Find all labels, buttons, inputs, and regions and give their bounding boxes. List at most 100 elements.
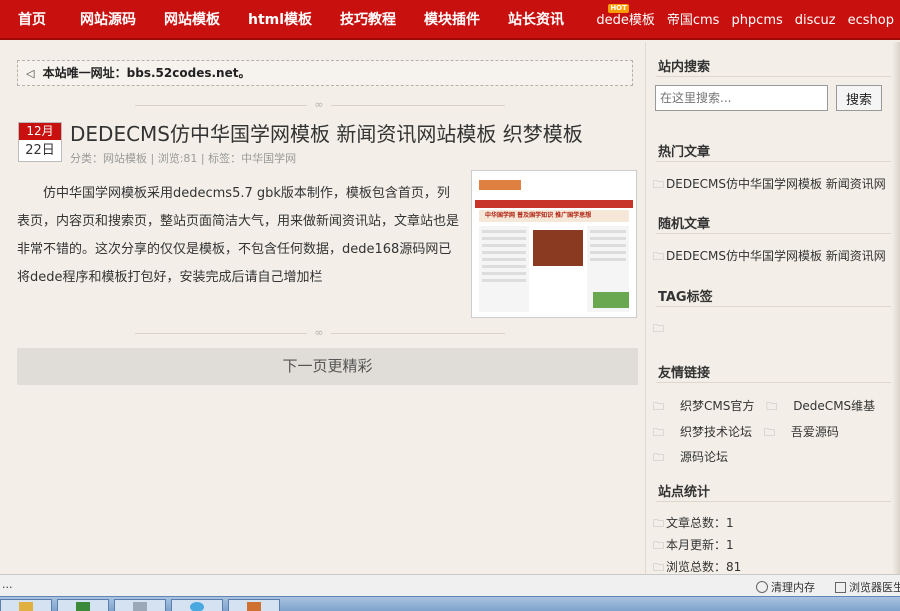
notice-url: bbs.52codes.net。 [126,66,251,80]
post-meta: 分类：网站模板 | 浏览:81 | 标签：中华国学网 [70,152,297,165]
meta-category-link[interactable]: 网站模板 [103,152,147,165]
post-date: 12月 22日 [18,122,62,162]
hot-article-link[interactable]: 🗀 DEDECMS仿中华国学网模板 新闻资讯网 [653,175,886,195]
search-input[interactable] [655,85,828,111]
thumb-left-col [479,226,529,312]
thumb-ad [593,292,629,308]
ornament-icon: ∞ [307,326,331,340]
site-notice: ◁ 本站唯一网址：bbs.52codes.net。 [17,60,633,86]
post-thumbnail[interactable]: 中华国学网 普及国学知识 推广国学思想 [471,170,637,318]
nav-dede-label: dede模板 [596,13,655,28]
random-article-title: DEDECMS仿中华国学网模板 新闻资讯网 [666,249,886,263]
app-icon [76,602,90,611]
speaker-icon: ◁ [26,67,35,80]
thumbnail-image: 中华国学网 普及国学知识 推广国学思想 [475,174,633,314]
nav-site-templates[interactable]: 网站模板 [150,0,234,40]
folder-icon: 🗀 [653,426,664,439]
search-button[interactable]: 搜索 [836,85,882,111]
link-dedecms-official[interactable]: 织梦CMS官方 [680,399,754,413]
taskbar-button-5[interactable] [228,599,280,611]
sidebar: 站内搜索 搜索 热门文章 🗀DEDECMS仿中华国学网模板 新闻资讯网 随机文章… [645,42,900,574]
link-52codes[interactable]: 吾爱源码 [791,425,839,439]
link-dedecms-wiki[interactable]: DedeCMS维基 [793,399,875,413]
page-edge-shadow [892,42,900,574]
taskbar-button-4[interactable] [171,599,223,611]
app-icon [133,602,147,611]
top-nav-bar: 首页 网站源码 网站模板 html模板 技巧教程 模块插件 站长资讯 HOT d… [0,0,900,40]
friend-links-row-1: 🗀 织梦CMS官方 🗀 DedeCMS维基 [653,397,875,417]
tag-heading: TAG标签 [658,290,713,305]
browser-icon [190,602,204,611]
meta-tag-link[interactable]: 中华国学网 [241,152,296,165]
nav-ecshop[interactable]: ecshop [842,0,900,40]
post-excerpt: 仿中华国学网模板采用dedecms5.7 gbk版本制作，模板包含首页，列表页，… [17,186,460,285]
secondary-nav: HOT dede模板 帝国cms phpcms discuz ecshop [590,0,900,40]
post-month: 12月 [19,123,61,140]
thumb-banner-text: 中华国学网 普及国学知识 推广国学思想 [485,212,592,219]
ornament-divider: ∞ [135,98,505,112]
os-taskbar [0,596,900,611]
folder-icon: 🗀 [766,400,778,413]
folder-icon: 🗀 [653,451,664,464]
nav-empire-cms[interactable]: 帝国cms [661,0,726,40]
folder-icon: 🗀 [653,561,664,574]
meta-tag-label: 标签： [208,152,242,165]
status-text: ... [2,578,13,591]
plus-box-icon [835,582,846,593]
folder-icon: 🗀 [653,517,664,530]
nav-html-templates[interactable]: html模板 [234,0,326,40]
nav-phpcms[interactable]: phpcms [725,0,788,40]
tag-list: 🗀 [653,320,666,339]
next-page-button[interactable]: 下一页更精彩 [17,348,638,385]
taskbar-button-2[interactable] [57,599,109,611]
folder-icon: 🗀 [653,539,664,552]
friend-links-row-2: 🗀 织梦技术论坛 🗀 吾爱源码 [653,423,839,443]
folder-icon: 🗀 [653,178,664,191]
nav-plugins[interactable]: 模块插件 [410,0,494,40]
folder-icon [19,602,33,611]
ornament-icon: ∞ [307,98,331,112]
friend-links-row-3: 🗀 源码论坛 [653,448,728,468]
folder-icon: 🗀 [653,400,664,413]
clock-icon [756,581,768,593]
taskbar-button-1[interactable] [0,599,52,611]
main-content: ◁ 本站唯一网址：bbs.52codes.net。 ∞ 12月 22日 DEDE… [0,42,645,574]
clear-memory-button[interactable]: 清理内存 [756,579,815,595]
thumb-nav [475,200,633,208]
search-heading: 站内搜索 [658,60,711,75]
random-article-link[interactable]: 🗀 DEDECMS仿中华国学网模板 新闻资讯网 [653,247,886,267]
browser-doctor-button[interactable]: 浏览器医生 [835,579,900,595]
site-stats-heading: 站点统计 [658,485,711,500]
thumb-banner: 中华国学网 普及国学知识 推广国学思想 [479,210,629,222]
folder-icon: 🗀 [763,426,775,439]
nav-discuz[interactable]: discuz [789,0,842,40]
main-nav: 首页 网站源码 网站模板 html模板 技巧教程 模块插件 站长资讯 [0,0,578,40]
post-day: 22日 [25,143,55,158]
hot-articles-heading: 热门文章 [658,145,711,160]
random-articles-heading: 随机文章 [658,217,711,232]
thumb-logo [479,180,521,190]
link-source-forum[interactable]: 源码论坛 [680,450,728,464]
taskbar-button-3[interactable] [114,599,166,611]
stat-monthly-updates: 🗀 本月更新：1 [653,538,734,552]
post-title-link[interactable]: DEDECMS仿中华国学网模板 新闻资讯网站模板 织梦模板 [70,118,583,147]
nav-site-source[interactable]: 网站源码 [66,0,150,40]
meta-views: 浏览:81 [157,152,198,165]
meta-category-label: 分类： [70,152,103,165]
nav-dede-templates[interactable]: HOT dede模板 [590,0,661,40]
notice-prefix: 本站唯一网址： [42,66,127,80]
thumb-photo [533,230,583,266]
friend-links-heading: 友情链接 [658,366,711,381]
link-dedecms-forum[interactable]: 织梦技术论坛 [680,425,752,439]
nav-home[interactable]: 首页 [0,0,66,40]
nav-webmaster-news[interactable]: 站长资讯 [494,0,578,40]
hot-badge: HOT [608,4,629,13]
hot-article-title: DEDECMS仿中华国学网模板 新闻资讯网 [666,177,886,191]
folder-icon: 🗀 [653,322,664,335]
nav-tutorials[interactable]: 技巧教程 [326,0,410,40]
app-icon [247,602,261,611]
ornament-divider-2: ∞ [135,326,505,340]
folder-icon: 🗀 [653,250,664,263]
stat-total-articles: 🗀 文章总数：1 [653,516,734,530]
browser-status-bar: ... 清理内存 浏览器医生 [0,574,900,596]
